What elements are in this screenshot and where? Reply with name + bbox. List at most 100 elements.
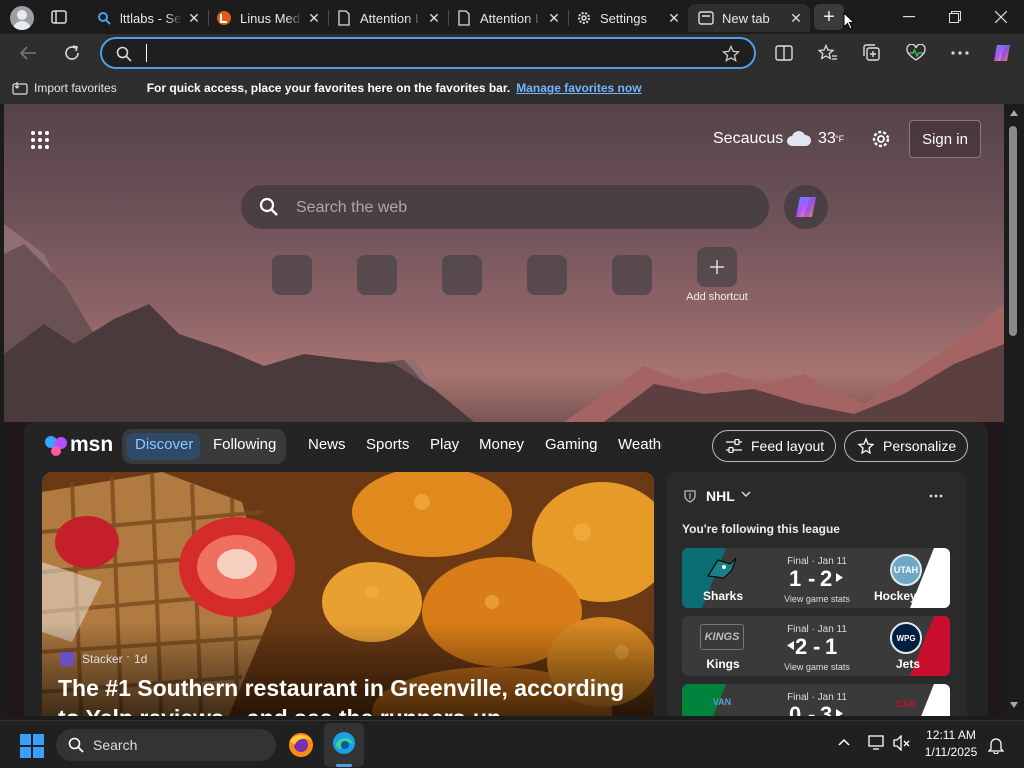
temperature[interactable]: 33 [818,130,836,148]
tab-new-tab[interactable]: New tab ✕ [688,4,810,32]
favorites-icon[interactable] [814,39,842,67]
nav-money[interactable]: Money [479,436,524,453]
copilot-icon[interactable] [988,39,1016,67]
tab-discover[interactable]: Discover [135,436,193,453]
address-input[interactable] [146,43,706,63]
shortcut-tile[interactable] [272,255,312,295]
view-game-stats-link[interactable]: View game stats [778,594,856,604]
network-icon[interactable] [868,735,886,751]
mouse-cursor-icon [843,12,855,30]
close-tab-icon[interactable]: ✕ [186,10,202,26]
close-tab-icon[interactable]: ✕ [306,10,322,26]
chevron-down-icon[interactable] [741,491,751,498]
away-score: 2 [820,566,833,591]
feed-layout-button[interactable]: Feed layout [712,430,836,462]
clock-date[interactable]: 1/11/2025 [920,745,982,759]
nav-gaming[interactable]: Gaming [545,436,598,453]
close-tab-icon[interactable]: ✕ [546,10,562,26]
scrollbar-thumb[interactable] [1009,126,1017,336]
view-game-stats-link[interactable]: View game stats [778,662,856,672]
nav-play[interactable]: Play [430,436,459,453]
refresh-button[interactable] [58,39,86,67]
tab-actions-icon[interactable] [50,9,68,25]
kings-logo-icon: KINGS [700,624,744,650]
profile-avatar[interactable] [10,6,34,30]
close-window-button[interactable] [978,0,1024,34]
tab-following[interactable]: Following [213,436,276,453]
collections-icon[interactable] [858,39,886,67]
shortcut-tile[interactable] [527,255,567,295]
winner-arrow-icon [787,641,794,650]
split-screen-icon[interactable] [770,39,798,67]
tab-lttlabs[interactable]: lttlabs - Se ✕ [86,4,208,32]
shortcut-tile[interactable] [357,255,397,295]
edge-taskbar-button[interactable] [324,723,364,767]
page-scrollbar[interactable] [1004,104,1024,716]
sliders-icon [725,439,743,453]
tab-attention-1[interactable]: Attention I ✕ [326,4,448,32]
home-team: Sharks [702,589,744,603]
close-tab-icon[interactable]: ✕ [788,10,804,26]
game-row[interactable]: Sharks Final · Jan 11 1 - 2 View game st… [682,548,950,608]
apps-launcher-icon[interactable] [30,130,50,150]
scroll-down-icon[interactable] [1010,702,1018,708]
tab-attention-2[interactable]: Attention I ✕ [446,4,568,32]
back-button[interactable] [14,39,42,67]
sign-in-button[interactable]: Sign in [909,120,981,158]
winner-arrow-icon [836,573,843,582]
web-search-box[interactable]: Search the web [241,185,769,229]
new-tab-icon [698,10,714,26]
search-icon [68,737,84,753]
browser-essentials-icon[interactable] [902,39,930,67]
minimize-button[interactable] [886,0,932,34]
nav-weather[interactable]: Weathe [618,436,662,453]
more-options-icon[interactable] [929,494,943,498]
taskbar: Search 12:11 AM 1/11/2025 [0,720,1024,768]
taskbar-search-box[interactable]: Search [56,729,276,761]
shortcut-tile[interactable] [612,255,652,295]
firefox-icon[interactable] [287,731,315,759]
notifications-bell-icon[interactable] [988,736,1004,754]
close-tab-icon[interactable]: ✕ [426,10,442,26]
article-source[interactable]: Stacker [82,652,123,666]
shortcut-tile[interactable] [442,255,482,295]
new-tab-button[interactable]: + [814,4,844,30]
tab-linus-media[interactable]: Linus Medi ✕ [206,4,328,32]
search-icon [259,197,279,217]
article-card[interactable]: Stacker · 1d The #1 Southern restaurant … [42,472,654,716]
more-options-icon[interactable] [946,39,974,67]
search-icon [116,46,132,62]
close-tab-icon[interactable]: ✕ [666,10,682,26]
msn-logo[interactable]: msn [70,433,113,457]
import-favorites-button[interactable]: Import favorites [34,81,117,95]
clock-time[interactable]: 12:11 AM [920,728,982,742]
game-row[interactable]: KINGS Kings Final · Jan 11 2 - 1 View ga… [682,616,950,676]
page-settings-icon[interactable] [870,128,892,150]
show-hidden-icons-icon[interactable] [838,738,850,746]
tab-settings[interactable]: Settings ✕ [566,4,688,32]
favorite-star-icon[interactable] [722,45,740,63]
personalize-button[interactable]: Personalize [844,430,968,462]
volume-muted-icon[interactable] [893,735,911,751]
temperature-unit: °F [835,134,845,144]
home-score: 1 [789,566,802,591]
scroll-up-icon[interactable] [1010,110,1018,116]
windows-start-icon[interactable] [20,734,44,758]
league-title[interactable]: NHL [706,488,735,504]
personalize-label: Personalize [883,438,957,454]
tab-label: New tab [722,10,770,26]
restore-button[interactable] [932,0,978,34]
following-subtitle: You're following this league [682,522,840,536]
nav-news[interactable]: News [308,436,346,453]
address-bar[interactable] [100,37,756,69]
away-team: Hockey Cl... [873,589,943,603]
copilot-search-button[interactable] [784,185,828,229]
article-title[interactable]: The #1 Southern restaurant in Greenville… [58,673,638,716]
hockey-icon [683,489,697,503]
game-row[interactable]: VAN Final · Jan 11 0 - 3 CAR [682,684,950,716]
manage-favorites-link[interactable]: Manage favorites now [516,81,641,95]
add-shortcut-button[interactable] [697,247,737,287]
weather-location[interactable]: Secaucus [713,130,783,148]
nav-sports[interactable]: Sports [366,436,409,453]
active-app-indicator [336,764,352,767]
